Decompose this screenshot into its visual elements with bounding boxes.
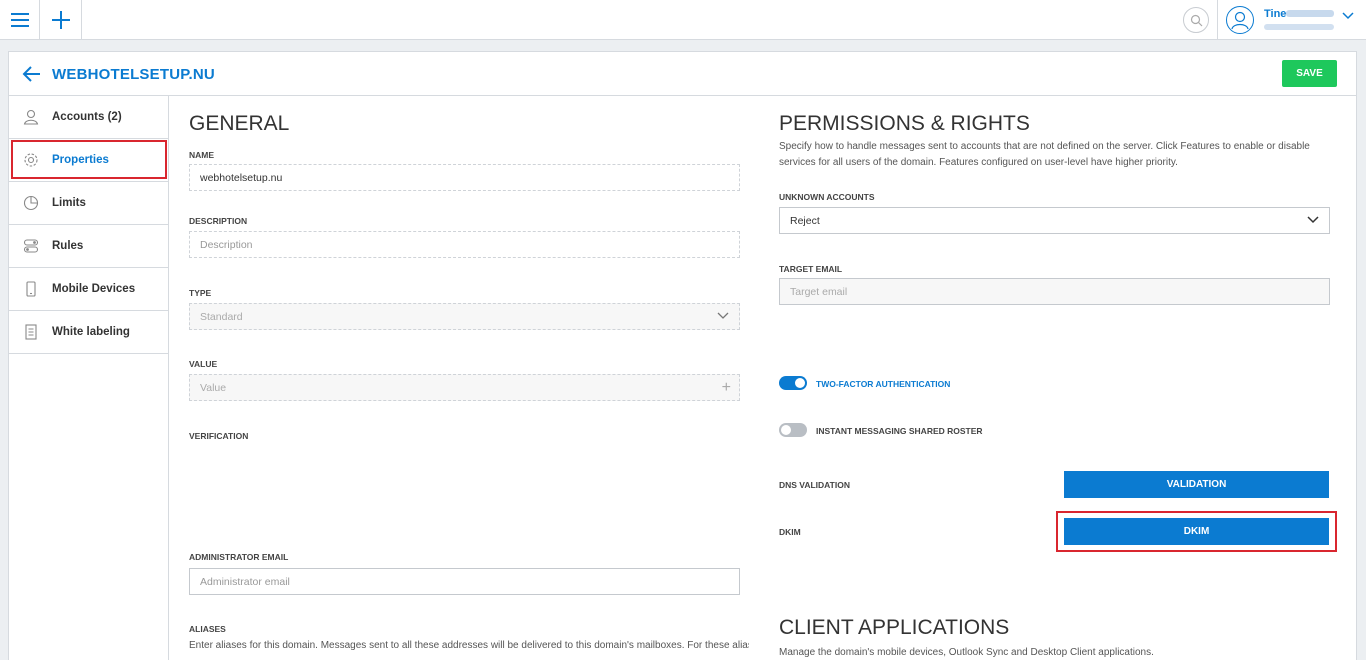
sidebar-item-label: Mobile Devices: [52, 283, 136, 295]
description-field[interactable]: Description: [189, 231, 740, 258]
hamburger-icon: [10, 13, 29, 27]
aliases-label: ALIASES: [189, 624, 226, 634]
user-avatar-icon: [1231, 11, 1249, 30]
target-email-field[interactable]: Target email: [779, 278, 1330, 305]
im-roster-toggle[interactable]: [779, 423, 807, 437]
search-icon: [1190, 14, 1202, 26]
client-apps-title: CLIENT APPLICATIONS: [779, 616, 1010, 639]
two-factor-label: TWO-FACTOR AUTHENTICATION: [816, 379, 951, 389]
plus-icon[interactable]: +: [722, 380, 731, 396]
sidebar-item-accounts[interactable]: Accounts (2): [9, 96, 169, 139]
value-placeholder: Value: [200, 381, 227, 394]
sidebar-item-limits[interactable]: Limits: [9, 182, 169, 225]
sidebar-item-label: White labeling: [52, 326, 130, 338]
sidebar-item-rules[interactable]: Rules: [9, 225, 169, 268]
save-button[interactable]: SAVE: [1282, 60, 1337, 87]
mobile-icon: [26, 281, 36, 297]
chevron-down-icon: [1342, 12, 1354, 20]
value-field[interactable]: Value +: [189, 374, 740, 401]
im-roster-label: INSTANT MESSAGING SHARED ROSTER: [816, 426, 983, 436]
admin-email-field[interactable]: Administrator email: [189, 568, 740, 595]
plus-icon: [51, 11, 70, 29]
gear-icon: [24, 153, 38, 167]
page-title: WEBHOTELSETUP.NU: [52, 66, 215, 83]
unknown-accounts-value: Reject: [790, 214, 820, 227]
user-name: Tine: [1264, 8, 1287, 20]
permissions-title: PERMISSIONS & RIGHTS: [779, 112, 1030, 135]
chevron-down-icon: [1307, 216, 1319, 224]
topbar-divider: [1217, 0, 1218, 40]
value-label: VALUE: [189, 359, 218, 369]
name-label: NAME: [189, 150, 215, 160]
permissions-description: Specify how to handle messages sent to a…: [779, 141, 1310, 168]
sidebar-item-label: Properties: [52, 154, 109, 166]
panel-header: WEBHOTELSETUP.NU SAVE: [9, 52, 1356, 96]
validation-button[interactable]: VALIDATION: [1064, 471, 1329, 498]
sidebar: Accounts (2) Properties Limits Rules Mob…: [9, 96, 169, 660]
chevron-down-icon: [717, 312, 729, 319]
sidebar-item-label: Accounts (2): [52, 111, 122, 123]
sidebar-item-white-labeling[interactable]: White labeling: [9, 311, 169, 354]
user-name-redacted: [1286, 10, 1334, 17]
unknown-accounts-select[interactable]: Reject: [779, 207, 1330, 234]
hamburger-menu-button[interactable]: [0, 0, 40, 40]
domain-panel: WEBHOTELSETUP.NU SAVE Accounts (2) Prope…: [8, 51, 1357, 660]
verification-label: VERIFICATION: [189, 431, 249, 441]
properties-content: GENERAL NAME webhotelsetup.nu DESCRIPTIO…: [169, 96, 1349, 660]
description-label: DESCRIPTION: [189, 216, 248, 226]
add-button[interactable]: [40, 0, 82, 40]
sidebar-item-label: Limits: [52, 197, 86, 209]
document-icon: [25, 324, 37, 340]
target-email-label: TARGET EMAIL: [779, 264, 843, 274]
two-factor-toggle[interactable]: [779, 376, 807, 390]
type-value: Standard: [200, 310, 243, 323]
toggles-icon: [23, 239, 39, 253]
dkim-label: DKIM: [779, 527, 801, 537]
user-email-redacted: [1264, 24, 1334, 30]
sidebar-item-label: Rules: [52, 240, 84, 252]
user-icon: [23, 109, 39, 125]
pie-chart-icon: [23, 195, 39, 211]
client-apps-description: Manage the domain's mobile devices, Outl…: [779, 647, 1154, 658]
top-bar: Tine: [0, 0, 1366, 40]
unknown-accounts-label: UNKNOWN ACCOUNTS: [779, 192, 875, 202]
admin-email-label: ADMINISTRATOR EMAIL: [189, 552, 289, 562]
type-select[interactable]: Standard: [189, 303, 740, 330]
type-label: TYPE: [189, 288, 212, 298]
sidebar-item-properties[interactable]: Properties: [9, 139, 169, 182]
back-arrow-icon[interactable]: [21, 64, 43, 84]
dns-validation-label: DNS VALIDATION: [779, 480, 850, 490]
general-title: GENERAL: [189, 112, 290, 135]
user-menu[interactable]: Tine: [1226, 4, 1362, 36]
aliases-description: Enter aliases for this domain. Messages …: [189, 640, 749, 651]
name-field[interactable]: webhotelsetup.nu: [189, 164, 740, 191]
search-button[interactable]: [1183, 7, 1209, 33]
avatar: [1226, 6, 1254, 34]
sidebar-item-mobile-devices[interactable]: Mobile Devices: [9, 268, 169, 311]
dkim-button[interactable]: DKIM: [1064, 518, 1329, 545]
